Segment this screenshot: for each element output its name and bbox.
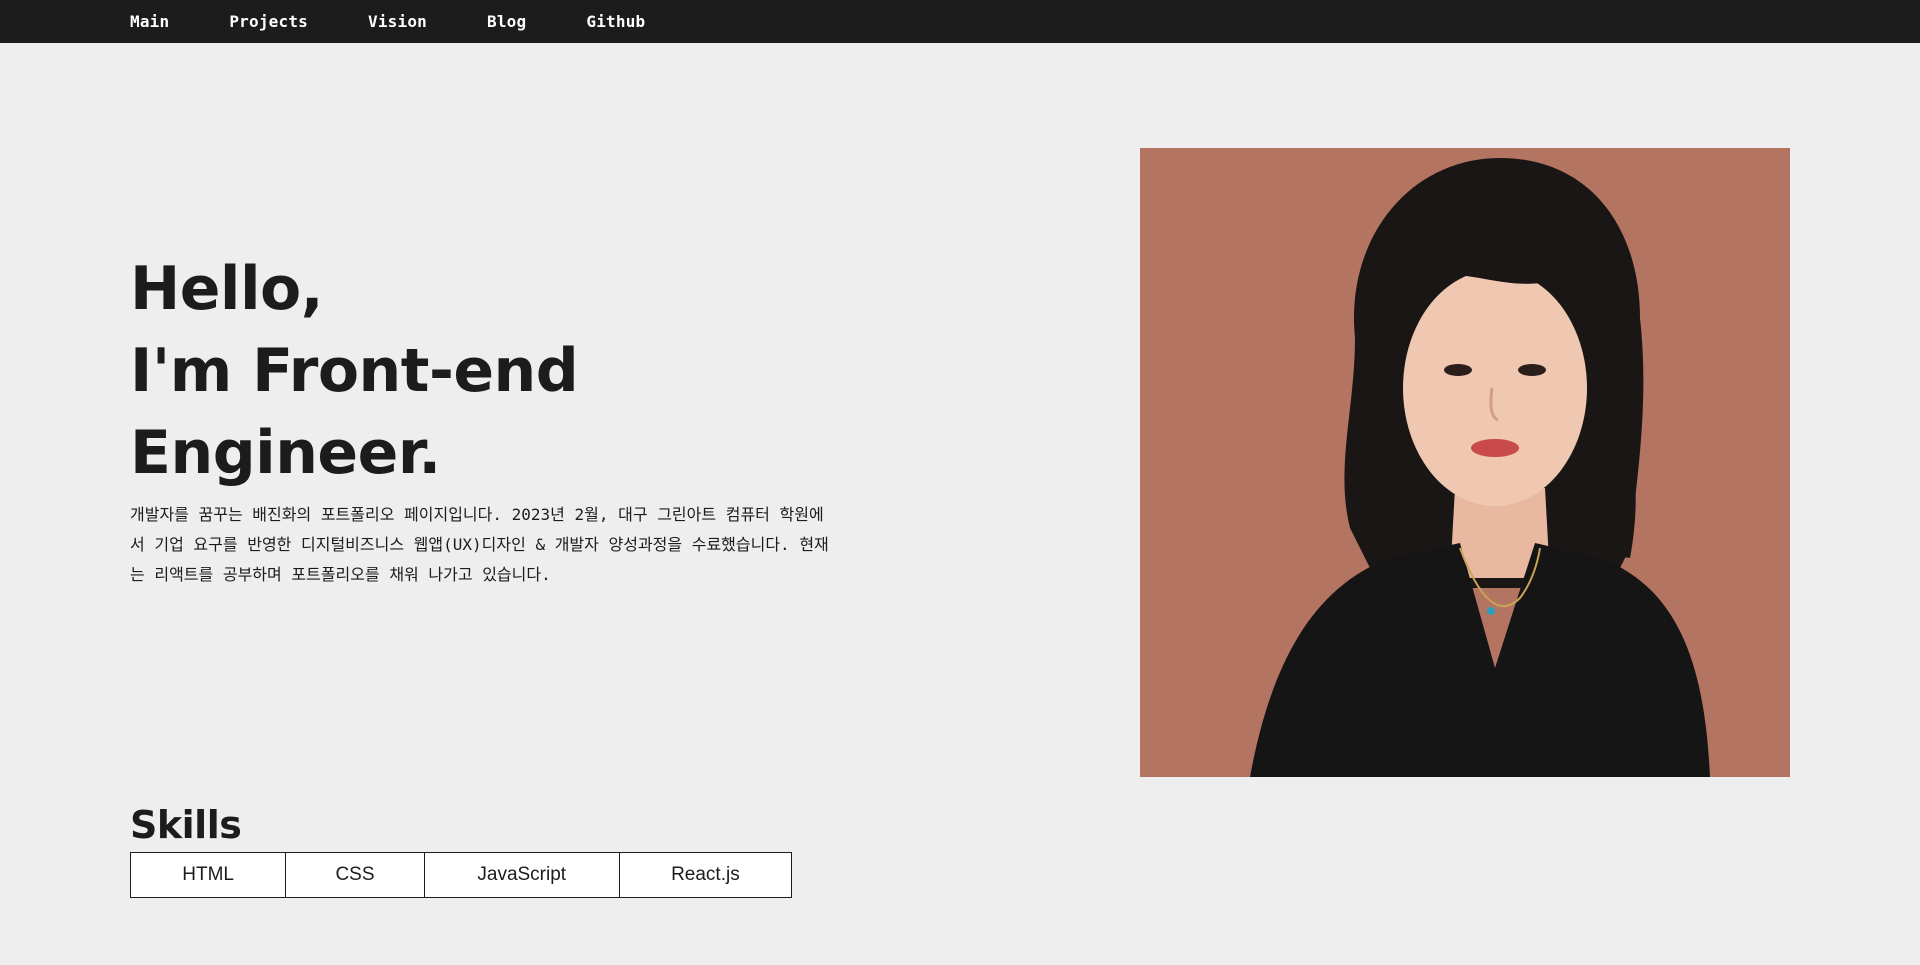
hero-title-line1: Hello, (130, 254, 324, 324)
top-nav-bar: Main Projects Vision Blog Github (0, 0, 1920, 43)
hero-description: 개발자를 꿈꾸는 배진화의 포트폴리오 페이지입니다. 2023년 2월, 대구… (130, 505, 829, 584)
portrait-illustration (1140, 148, 1790, 777)
profile-photo (1140, 148, 1790, 777)
nav-item-main[interactable]: Main (130, 12, 169, 31)
hero-section: Hello, I'm Front-end Engineer. 개발자를 꿈꾸는 … (130, 248, 890, 590)
skills-table: HTML CSS JavaScript React.js (130, 852, 792, 898)
skill-item-css: CSS (286, 853, 425, 897)
main-nav: Main Projects Vision Blog Github (130, 0, 705, 43)
hero-title: Hello, I'm Front-end Engineer. (130, 248, 890, 494)
nav-item-vision[interactable]: Vision (368, 12, 427, 31)
nav-item-blog[interactable]: Blog (487, 12, 526, 31)
nav-item-github[interactable]: Github (586, 12, 645, 31)
skills-title: Skills (130, 803, 242, 847)
skill-item-html: HTML (131, 853, 287, 897)
skill-item-javascript: JavaScript (425, 853, 620, 897)
nav-item-projects[interactable]: Projects (229, 12, 308, 31)
skills-section: Skills HTML CSS JavaScript React.js (130, 800, 792, 898)
skill-item-reactjs: React.js (671, 864, 740, 885)
hero-title-line2: I'm Front-end Engineer. (130, 336, 579, 488)
